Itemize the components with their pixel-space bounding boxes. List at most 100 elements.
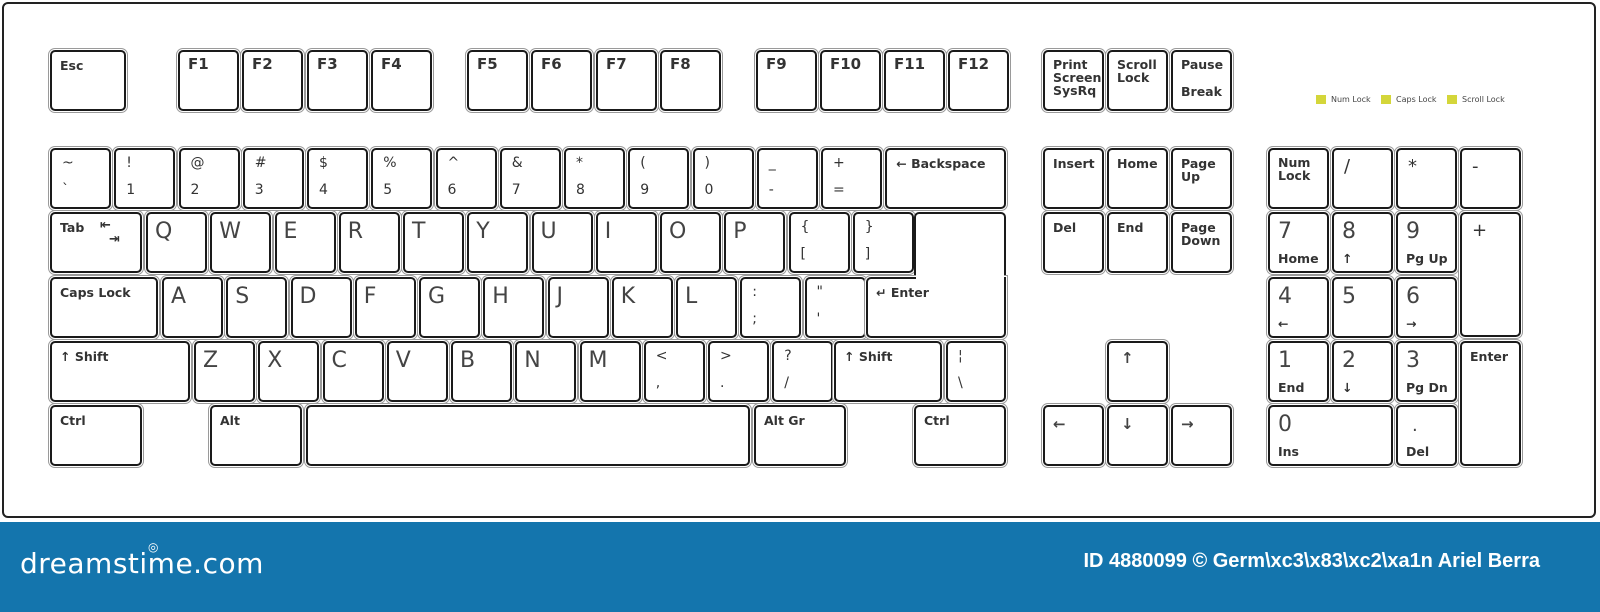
key-ctrl-right[interactable]: Ctrl [914, 405, 1006, 466]
key-scroll-lock[interactable]: Scroll Lock [1107, 50, 1168, 111]
key-alt-gr[interactable]: Alt Gr [754, 405, 846, 466]
key-number-row[interactable]: + = [821, 148, 882, 209]
key-letter[interactable]: K [611, 277, 673, 338]
key-num-enter[interactable]: Enter [1460, 341, 1521, 467]
key-caps-lock[interactable]: Caps Lock [50, 277, 158, 338]
key-home[interactable]: Home [1107, 148, 1168, 209]
key-numpad-digit[interactable]: 5 [1332, 277, 1393, 338]
key-delete[interactable]: Del [1043, 212, 1104, 273]
key-punctuation[interactable]: <, [643, 341, 705, 402]
key-pause-break[interactable]: Pause Break [1171, 50, 1232, 111]
key-letter[interactable]: O [660, 212, 721, 273]
key-letter[interactable]: Z [194, 341, 255, 402]
key-f12[interactable]: F12 [948, 50, 1009, 111]
key-number-row[interactable]: ) 0 [692, 148, 754, 209]
key-number-row[interactable]: ~ ` [50, 148, 111, 209]
key-letter[interactable]: Y [467, 212, 529, 273]
key-number-row[interactable]: _ - [756, 148, 818, 209]
key-num-multiply[interactable]: * [1396, 148, 1457, 209]
key-letter[interactable]: B [451, 341, 512, 402]
key-f5[interactable]: F5 [467, 50, 528, 111]
key-ctrl-left[interactable]: Ctrl [50, 405, 142, 466]
key-letter[interactable]: G [419, 277, 480, 338]
key-arrow-left[interactable]: ← [1043, 405, 1104, 466]
key-letter[interactable]: I [595, 212, 657, 273]
key-bracket[interactable]: }] [852, 212, 914, 273]
key-number-row[interactable]: #3 [242, 148, 304, 209]
key-backspace[interactable]: ← Backspace [885, 148, 1006, 209]
key-letter[interactable]: Q [146, 212, 207, 273]
key-arrow-right[interactable]: → [1171, 405, 1232, 466]
key-page-down[interactable]: Page Down [1171, 212, 1232, 273]
key-letter[interactable]: N [515, 341, 577, 402]
key-num-plus[interactable]: + [1460, 212, 1521, 338]
key-number-row[interactable]: & 7 [499, 148, 561, 209]
key-letter[interactable]: D [290, 277, 352, 338]
key-letter[interactable]: L [676, 277, 737, 338]
key-punctuation[interactable]: " ' [804, 277, 866, 338]
key-space[interactable] [306, 405, 750, 466]
key-letter[interactable]: H [483, 277, 545, 338]
key-backslash[interactable]: ¦ \ [946, 341, 1006, 402]
key-number-row[interactable]: ^ 6 [435, 148, 497, 209]
key-letter[interactable]: C [322, 341, 384, 402]
key-alt[interactable]: Alt [210, 405, 302, 466]
key-f1[interactable]: F1 [178, 50, 239, 111]
key-punctuation[interactable]: ? / [772, 341, 834, 402]
key-enter-upper[interactable] [914, 212, 1006, 277]
key-letter[interactable]: X [258, 341, 320, 402]
key-tab[interactable]: Tab ⇤ ⇥ [50, 212, 142, 273]
key-letter[interactable]: S [226, 277, 288, 338]
key-punctuation[interactable]: :; [740, 277, 802, 338]
key-number-row[interactable]: (9 [628, 148, 690, 209]
key-numpad-digit[interactable]: 1 End [1268, 341, 1329, 402]
key-numpad-digit[interactable]: 8 ↑ [1332, 212, 1393, 273]
key-numpad-digit[interactable]: 7 Home [1268, 212, 1329, 273]
key-number-row[interactable]: ! 1 [114, 148, 176, 209]
key-f3[interactable]: F3 [307, 50, 368, 111]
key-number-row[interactable]: @2 [178, 148, 240, 209]
key-f10[interactable]: F10 [820, 50, 881, 111]
key-numpad-digit[interactable]: 9 Pg Up [1396, 212, 1457, 273]
key-f9[interactable]: F9 [756, 50, 817, 111]
key-f4[interactable]: F4 [371, 50, 432, 111]
key-num-lock[interactable]: Num Lock [1268, 148, 1329, 209]
key-shift-right[interactable]: ↑ Shift [834, 341, 942, 402]
key-letter[interactable]: U [531, 212, 593, 273]
key-number-row[interactable]: % 5 [371, 148, 433, 209]
key-letter[interactable]: W [210, 212, 272, 273]
key-number-row[interactable]: * 8 [564, 148, 625, 209]
key-letter[interactable]: E [274, 212, 336, 273]
key-f6[interactable]: F6 [531, 50, 592, 111]
key-numpad-0[interactable]: 0 Ins [1268, 405, 1394, 466]
key-letter[interactable]: J [547, 277, 609, 338]
key-numpad-digit[interactable]: 4 ← [1268, 277, 1329, 338]
key-numpad-digit[interactable]: 3 Pg Dn [1396, 341, 1457, 402]
key-arrow-down[interactable]: ↓ [1107, 405, 1168, 466]
key-arrow-up[interactable]: ↑ [1107, 341, 1168, 402]
key-numpad-digit[interactable]: 2 ↓ [1332, 341, 1393, 402]
key-letter[interactable]: F [354, 277, 416, 338]
key-letter[interactable]: A [162, 277, 223, 338]
key-letter[interactable]: R [338, 212, 400, 273]
key-letter[interactable]: V [386, 341, 448, 402]
key-print-screen[interactable]: Print Screen SysRq [1043, 50, 1104, 111]
key-num-minus[interactable]: - [1460, 148, 1521, 209]
key-bracket[interactable]: {[ [788, 212, 850, 273]
key-f8[interactable]: F8 [660, 50, 721, 111]
key-insert[interactable]: Insert [1043, 148, 1104, 209]
key-letter[interactable]: T [403, 212, 464, 273]
key-number-row[interactable]: $4 [307, 148, 368, 209]
key-f11[interactable]: F11 [884, 50, 945, 111]
key-page-up[interactable]: Page Up [1171, 148, 1232, 209]
key-numpad-digit[interactable]: 6 → [1396, 277, 1457, 338]
key-shift-left[interactable]: ↑ Shift [50, 341, 190, 402]
key-enter[interactable]: ↵ Enter [866, 277, 1006, 338]
key-end[interactable]: End [1107, 212, 1168, 273]
key-num-divide[interactable]: / [1332, 148, 1393, 209]
key-esc[interactable]: Esc [50, 50, 126, 111]
key-f2[interactable]: F2 [242, 50, 303, 111]
key-letter[interactable]: P [724, 212, 786, 273]
key-punctuation[interactable]: >. [708, 341, 769, 402]
key-f7[interactable]: F7 [596, 50, 657, 111]
